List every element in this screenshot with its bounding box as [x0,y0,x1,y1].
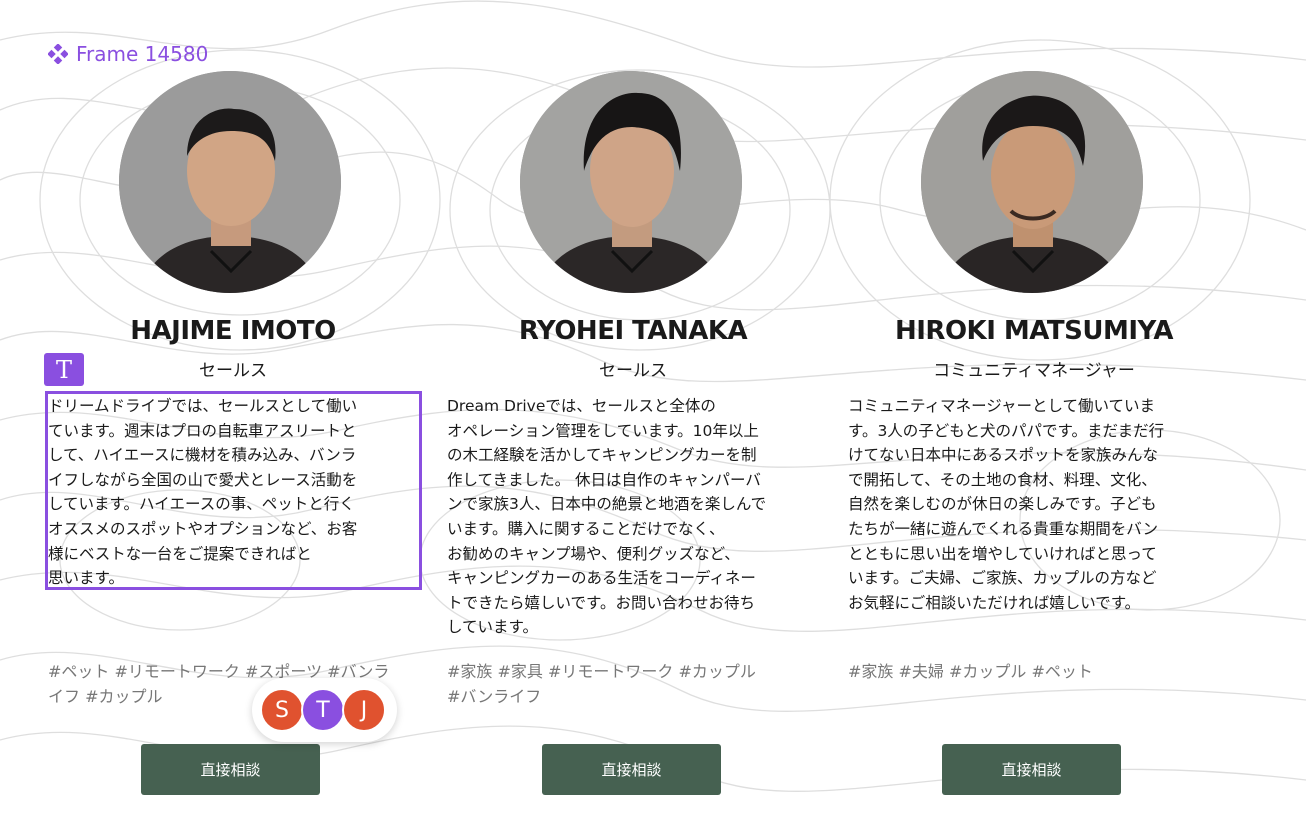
staff-bio[interactable]: Dream Driveでは、セールスと全体の オペレーション管理をしています。1… [447,394,817,640]
component-diamond-icon [48,44,68,64]
staff-tags: #家族 #家具 #リモートワーク #カップル #バンライフ [447,662,756,706]
staff-name: HIROKI MATSUMIYA [895,316,1174,346]
staff-photo [921,71,1143,293]
frame-label-text: Frame 14580 [76,42,209,66]
collaborator-avatar-s[interactable]: S [260,688,304,732]
text-tool-icon[interactable]: T [44,353,84,386]
collaborator-avatar-t[interactable]: T [301,688,345,732]
staff-card-ryohei: RYOHEI TANAKA セールス Dream Driveでは、セールスと全体… [443,0,823,822]
direct-consult-button[interactable]: 直接相談 [542,744,721,795]
direct-consult-button[interactable]: 直接相談 [141,744,320,795]
staff-photo [520,71,742,293]
frame-label[interactable]: Frame 14580 [48,42,208,66]
direct-consult-button[interactable]: 直接相談 [942,744,1121,795]
staff-bio[interactable]: コミュニティマネージャーとして働いていま す。3人の子どもと犬のパパです。まだま… [848,394,1218,615]
staff-card-hiroki: HIROKI MATSUMIYA コミュニティマネージャー コミュニティマネージ… [844,0,1224,822]
staff-role: コミュニティマネージャー [933,361,1135,381]
staff-name: RYOHEI TANAKA [518,316,748,346]
staff-tags: #家族 #夫婦 #カップル #ペット [848,662,1093,681]
collaborator-avatar-j[interactable]: J [342,688,386,732]
staff-photo [119,71,341,293]
staff-name: HAJIME IMOTO [130,316,336,346]
collaborator-presence[interactable]: S T J [252,678,397,742]
staff-bio[interactable]: ドリームドライブでは、セールスとして働い ています。週末はプロの自転車アスリート… [48,394,416,591]
staff-role: セールス [599,361,667,381]
staff-role: セールス [199,361,267,381]
